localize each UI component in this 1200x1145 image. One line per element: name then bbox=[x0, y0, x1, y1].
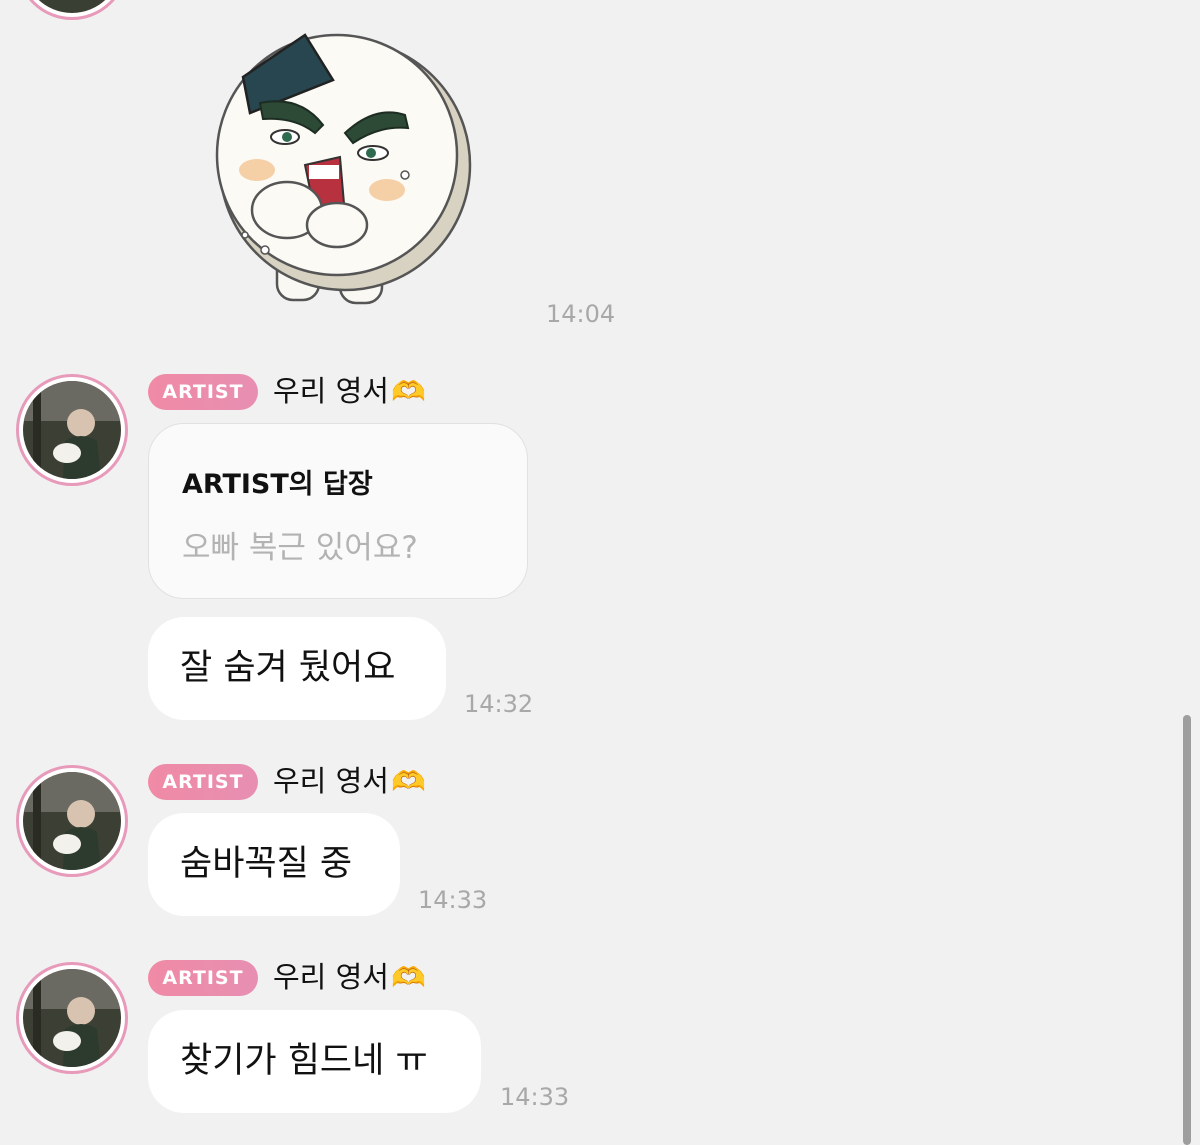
sender-name-text: 우리 영서 bbox=[273, 764, 389, 798]
heart-hands-icon: 🫶 bbox=[390, 961, 426, 994]
artist-avatar[interactable] bbox=[16, 962, 128, 1074]
avatar-photo bbox=[23, 381, 121, 479]
sender-name: 우리 영서🫶 bbox=[273, 957, 426, 998]
reply-card[interactable]: ARTIST의 답장 오빠 복근 있어요? bbox=[148, 423, 528, 599]
sender-name: 우리 영서🫶 bbox=[273, 371, 426, 412]
heart-hands-icon: 🫶 bbox=[390, 375, 426, 408]
message-text: 잘 숨겨 뒀어요 bbox=[180, 648, 396, 688]
sticker-image[interactable] bbox=[205, 25, 480, 310]
avatar-photo bbox=[23, 0, 121, 13]
rice-ball-sticker-icon bbox=[215, 33, 472, 305]
sender-name: 우리 영서🫶 bbox=[273, 761, 426, 802]
artist-avatar[interactable] bbox=[16, 765, 128, 877]
artist-avatar[interactable] bbox=[16, 0, 128, 20]
artist-badge: ARTIST bbox=[148, 960, 258, 996]
artist-avatar[interactable] bbox=[16, 374, 128, 486]
message-bubble[interactable]: 숨바꼭질 중 bbox=[148, 813, 400, 916]
message-text: 찾기가 힘드네 ㅠ bbox=[180, 1041, 428, 1081]
artist-badge: ARTIST bbox=[148, 374, 258, 410]
avatar-photo bbox=[23, 772, 121, 870]
sender-name-text: 우리 영서 bbox=[273, 374, 389, 408]
message-text: 숨바꼭질 중 bbox=[180, 844, 353, 884]
message-time: 14:32 bbox=[464, 690, 534, 718]
artist-badge: ARTIST bbox=[148, 764, 258, 800]
message-time: 14:04 bbox=[546, 300, 616, 328]
message-time: 14:33 bbox=[500, 1083, 570, 1111]
scrollbar[interactable] bbox=[1183, 715, 1191, 1145]
message-bubble[interactable]: 잘 숨겨 뒀어요 bbox=[148, 617, 446, 720]
sender-name-text: 우리 영서 bbox=[273, 960, 389, 994]
reply-title: ARTIST의 답장 bbox=[182, 469, 373, 500]
message-bubble[interactable]: 찾기가 힘드네 ㅠ bbox=[148, 1010, 481, 1113]
reply-quote: 오빠 복근 있어요? bbox=[182, 530, 418, 566]
heart-hands-icon: 🫶 bbox=[390, 765, 426, 798]
avatar-photo bbox=[23, 969, 121, 1067]
message-time: 14:33 bbox=[418, 886, 488, 914]
